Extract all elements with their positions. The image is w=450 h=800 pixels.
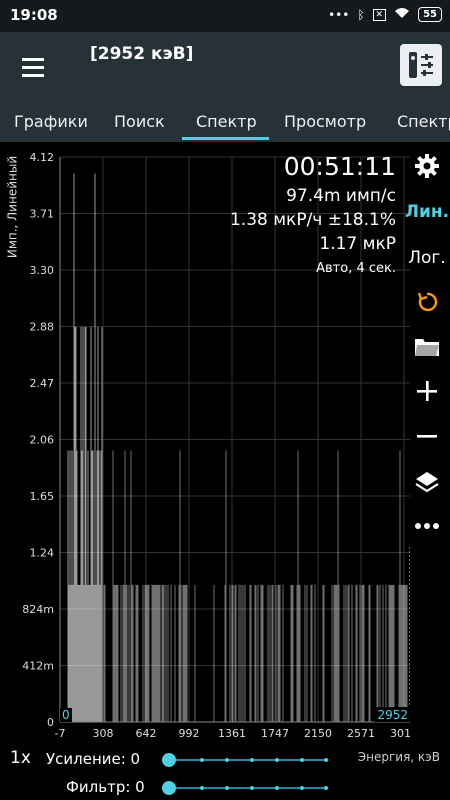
y-tick-label: 824m <box>22 603 54 616</box>
folder-icon <box>415 339 439 356</box>
status-bar: 19:08 ••• ᛒ ✕ 55 <box>0 0 450 32</box>
gain-slider[interactable] <box>160 750 330 770</box>
log-scale-button[interactable]: Лог. <box>408 240 446 276</box>
y-tick-label: 3.71 <box>30 208 55 221</box>
y-tick-label: 4.12 <box>30 151 55 164</box>
mode-readout: Авто, 4 сек. <box>316 261 396 276</box>
gain-slider-thumb[interactable] <box>162 753 176 767</box>
bottom-controls: 1x Усиление: 0 Энергия, кэВ Фильтр: 0 <box>0 742 450 800</box>
app-bar: [2952 кэВ] <box>0 32 450 102</box>
gear-icon <box>415 154 439 178</box>
gain-multiplier[interactable]: 1x <box>10 748 31 768</box>
sliders-icon <box>409 52 433 78</box>
x-tick-label: 3010 <box>390 727 410 740</box>
timer-readout: 00:51:11 <box>283 152 396 181</box>
more-options-button[interactable] <box>408 508 446 544</box>
spectrum-plot[interactable]: 0 412m 824m 1.24 1.65 2.06 2.47 2.88 3.30 3.71 4.1… <box>0 142 418 742</box>
y-tick-label: 2.06 <box>30 434 55 447</box>
x-tick-label: 2150 <box>304 727 332 740</box>
settings-tune-button[interactable] <box>400 44 442 86</box>
sim-off-icon: ✕ <box>372 8 387 21</box>
x-tick-label: 1361 <box>218 727 246 740</box>
count-rate-readout: 97.4m имп/с <box>286 186 396 206</box>
dose-rate-readout: 1.38 мкР/ч ±18.1% <box>229 210 396 230</box>
gain-label: Усиление: 0 <box>46 750 141 768</box>
dots-icon: ••• <box>328 7 350 22</box>
tab-search[interactable]: Поиск <box>114 112 165 131</box>
minus-icon <box>417 435 437 438</box>
x-tick-label: 2571 <box>347 727 375 740</box>
y-tick-label: 2.88 <box>30 321 55 334</box>
y-tick-label: 1.65 <box>30 490 55 503</box>
x-tick-label: 308 <box>93 727 114 740</box>
x-tick-label: -7 <box>55 727 66 740</box>
status-icons: ••• ᛒ ✕ 55 <box>328 7 442 22</box>
y-tick-label: 1.24 <box>30 547 55 560</box>
menu-button[interactable] <box>18 52 48 82</box>
right-cursor-label: 2952 <box>377 708 408 722</box>
refresh-icon <box>417 292 438 312</box>
x-tick-label: 992 <box>179 727 200 740</box>
active-tab-indicator <box>182 137 269 140</box>
y-tick-label: 2.47 <box>30 377 55 390</box>
status-time: 19:08 <box>10 6 58 24</box>
settings-button[interactable] <box>408 148 446 184</box>
tab-graphs[interactable]: Графики <box>14 112 88 131</box>
tab-view[interactable]: Просмотр <box>284 112 366 131</box>
tab-spectrum-2[interactable]: Спектр <box>397 112 450 131</box>
y-tick-label: 3.30 <box>30 264 55 277</box>
more-icon <box>415 523 439 529</box>
left-cursor-label: 0 <box>62 708 70 722</box>
layers-button[interactable] <box>408 464 446 500</box>
battery-icon: 55 <box>418 7 442 22</box>
reset-button[interactable] <box>408 284 446 320</box>
zoom-in-button[interactable] <box>408 373 446 409</box>
app-title: [2952 кэВ] <box>90 44 194 64</box>
tab-spectrum[interactable]: Спектр <box>196 112 257 131</box>
dose-readout: 1.17 мкР <box>319 234 396 254</box>
filter-label: Фильтр: 0 <box>66 778 145 796</box>
linear-scale-button[interactable]: Лин. <box>405 194 449 230</box>
spectrum-chart[interactable]: 0 412m 824m 1.24 1.65 2.06 2.47 2.88 3.30 3.71 4.1… <box>0 142 418 742</box>
y-axis-label: Имп., Линейный <box>5 155 20 259</box>
layers-icon <box>415 472 439 493</box>
zoom-out-button[interactable] <box>408 418 446 454</box>
filter-slider[interactable] <box>160 778 330 798</box>
tab-bar: Графики Поиск Спектр Просмотр Спектр <box>0 102 450 142</box>
plus-icon <box>417 381 437 401</box>
filter-slider-thumb[interactable] <box>162 781 176 795</box>
x-tick-label: 1747 <box>261 727 289 740</box>
x-tick-label: 642 <box>136 727 157 740</box>
x-axis-label: Энергия, кэВ <box>357 750 440 764</box>
y-tick-label: 412m <box>22 660 54 673</box>
open-folder-button[interactable] <box>408 329 446 365</box>
wifi-icon <box>394 7 410 22</box>
bluetooth-icon: ᛒ <box>357 7 365 22</box>
y-tick-label: 0 <box>47 716 54 729</box>
